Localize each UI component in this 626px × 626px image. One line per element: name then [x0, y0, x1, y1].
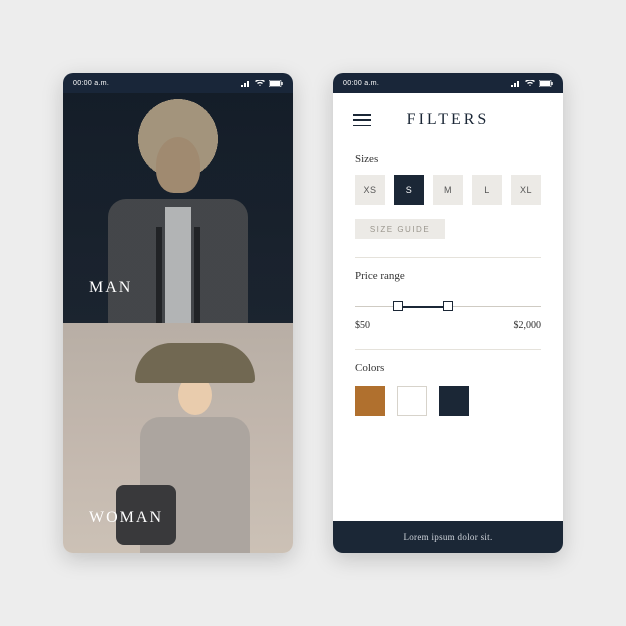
- size-xs[interactable]: XS: [355, 175, 385, 205]
- status-time: 00:00 a.m.: [73, 80, 109, 87]
- category-man[interactable]: MAN: [63, 93, 293, 323]
- footer-text: Lorem ipsum dolor sit.: [403, 532, 492, 542]
- color-swatch-1[interactable]: [355, 386, 385, 416]
- category-woman-label: WOMAN: [89, 509, 163, 527]
- footer-bar: Lorem ipsum dolor sit.: [333, 521, 563, 553]
- color-swatch-3[interactable]: [439, 386, 469, 416]
- color-options: [355, 386, 541, 416]
- slider-handle-max[interactable]: [443, 301, 453, 311]
- divider: [355, 257, 541, 258]
- page-title: FILTERS: [371, 111, 525, 129]
- battery-icon: [539, 80, 553, 87]
- category-man-label: MAN: [89, 279, 132, 297]
- slider-handle-min[interactable]: [393, 301, 403, 311]
- wifi-icon: [255, 80, 265, 87]
- status-bar: 00:00 a.m.: [63, 73, 293, 93]
- menu-icon[interactable]: [353, 114, 371, 126]
- sizes-label: Sizes: [355, 153, 541, 165]
- status-time: 00:00 a.m.: [343, 80, 379, 87]
- price-max: $2,000: [514, 320, 542, 331]
- signal-icon: [241, 80, 251, 87]
- size-options: XS S M L XL: [355, 175, 541, 205]
- category-woman[interactable]: WOMAN: [63, 323, 293, 553]
- size-s[interactable]: S: [394, 175, 424, 205]
- size-l[interactable]: L: [472, 175, 502, 205]
- status-bar: 00:00 a.m.: [333, 73, 563, 93]
- wifi-icon: [525, 80, 535, 87]
- battery-icon: [269, 80, 283, 87]
- color-swatch-2[interactable]: [397, 386, 427, 416]
- status-icons: [511, 80, 553, 87]
- size-guide-button[interactable]: SIZE GUIDE: [355, 219, 445, 239]
- price-slider[interactable]: [355, 296, 541, 318]
- divider: [355, 349, 541, 350]
- signal-icon: [511, 80, 521, 87]
- phone-filters: 00:00 a.m. FILTERS Sizes XS S M L XL SIZ…: [333, 73, 563, 553]
- colors-label: Colors: [355, 362, 541, 374]
- status-icons: [241, 80, 283, 87]
- phone-categories: 00:00 a.m. MAN WOMAN: [63, 73, 293, 553]
- size-m[interactable]: M: [433, 175, 463, 205]
- price-label: Price range: [355, 270, 541, 282]
- size-xl[interactable]: XL: [511, 175, 541, 205]
- price-min: $50: [355, 320, 370, 331]
